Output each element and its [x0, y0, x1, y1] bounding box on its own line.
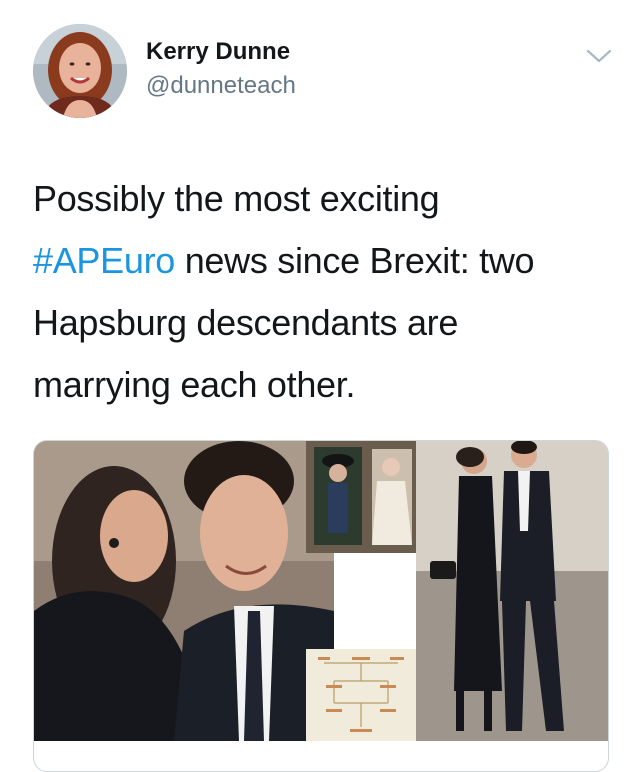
tweet-text: Possibly the most exciting #APEuro news … [33, 168, 613, 416]
tweet-text-fragment: news since Brexit: two [175, 240, 535, 281]
author-handle[interactable]: @dunneteach [146, 72, 296, 100]
tweet-header: Kerry Dunne @dunneteach [0, 0, 640, 140]
tweet-text-line: #APEuro news since Brexit: two [33, 230, 613, 292]
news-photo-collage [34, 441, 608, 741]
author-display-name[interactable]: Kerry Dunne [146, 38, 290, 66]
tweet-text-line: Possibly the most exciting [33, 178, 440, 219]
chevron-down-icon[interactable] [584, 44, 614, 68]
hashtag-link[interactable]: #APEuro [33, 240, 175, 281]
card-image[interactable] [34, 441, 608, 741]
user-avatar[interactable] [33, 24, 127, 118]
link-card[interactable] [33, 440, 609, 772]
avatar-photo [33, 24, 127, 118]
tweet-text-line: marrying each other. [33, 364, 356, 405]
tweet-text-line: Hapsburg descendants are [33, 302, 459, 343]
